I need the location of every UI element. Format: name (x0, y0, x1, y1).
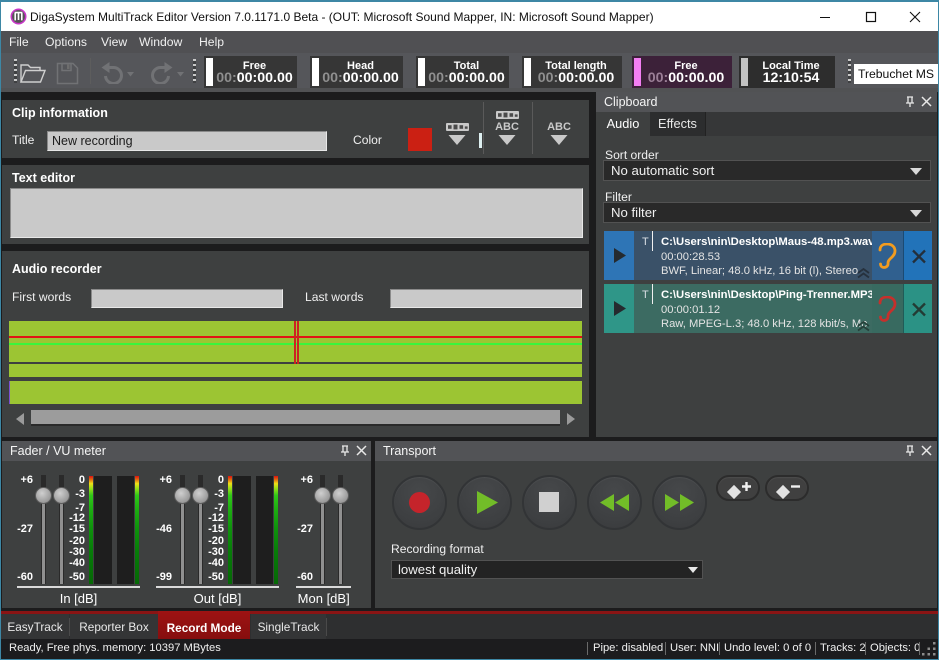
svg-text:ABC: ABC (495, 121, 519, 133)
svg-text:ABC: ABC (547, 121, 571, 133)
